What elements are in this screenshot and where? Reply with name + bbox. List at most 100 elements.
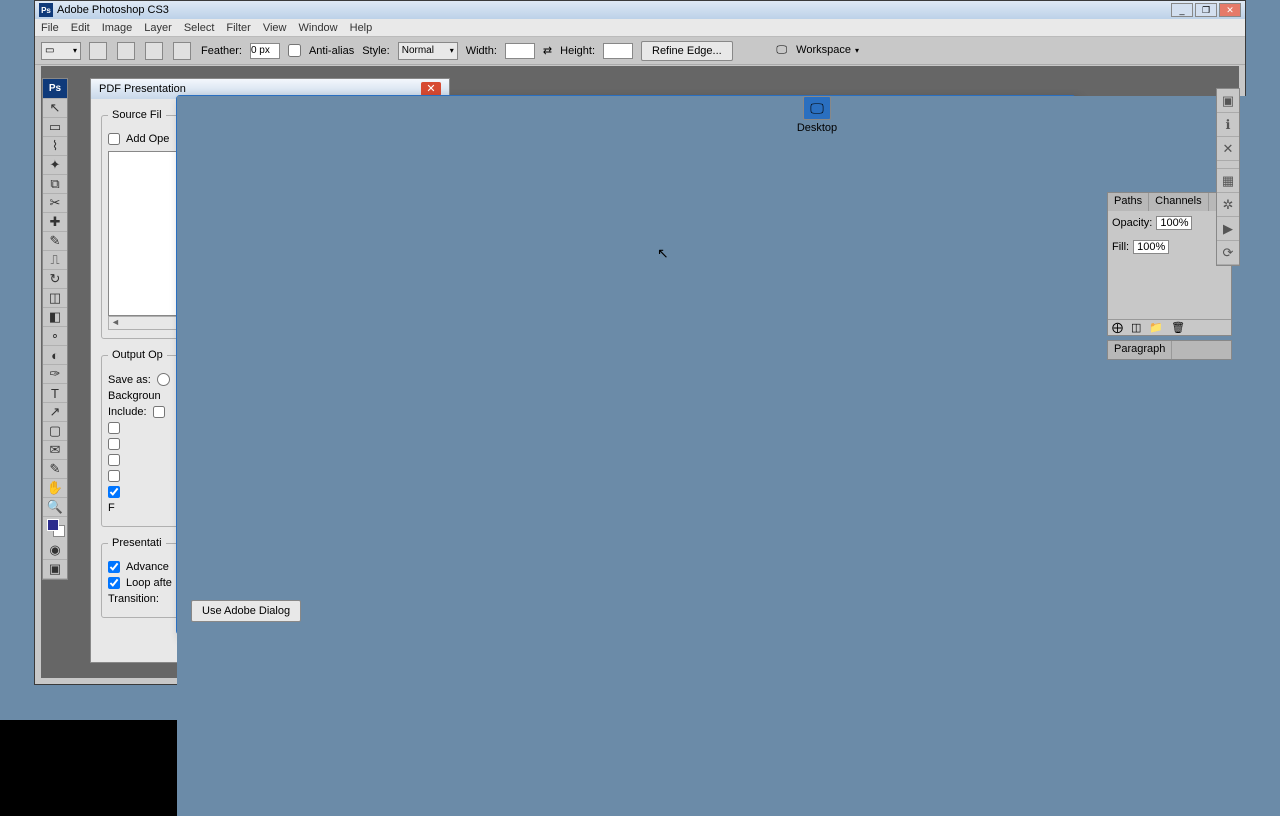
fill-label: Fill:	[1112, 241, 1129, 253]
shape-tool-icon[interactable]: ▢	[43, 422, 67, 441]
save-radio[interactable]	[157, 373, 170, 386]
workspace-button[interactable]: Workspace	[796, 44, 859, 56]
right-panels: Paths Channels Opacity: 100% Fill: 100% …	[1107, 192, 1232, 364]
menu-layer[interactable]: Layer	[144, 22, 172, 34]
present-legend: Presentati	[108, 537, 166, 549]
lasso-tool-icon[interactable]: ⌇	[43, 137, 67, 156]
blur-tool-icon[interactable]: ∘	[43, 327, 67, 346]
pdf-title: PDF Presentation	[99, 83, 186, 95]
close-button[interactable]: ✕	[1219, 3, 1241, 17]
history-dock-icon[interactable]: ⟳	[1217, 241, 1239, 265]
height-label: Height:	[560, 45, 595, 57]
navigator-dock-icon[interactable]: ▣	[1217, 89, 1239, 113]
gradient-tool-icon[interactable]: ◧	[43, 308, 67, 327]
notes-tool-icon[interactable]: ✉	[43, 441, 67, 460]
add-selection-icon[interactable]	[117, 42, 135, 60]
heal-tool-icon[interactable]: ✚	[43, 213, 67, 232]
sub-selection-icon[interactable]	[145, 42, 163, 60]
history-tool-icon[interactable]: ↻	[43, 270, 67, 289]
width-input[interactable]	[505, 43, 535, 59]
paragraph-tab[interactable]: Paragraph	[1108, 341, 1172, 359]
brush-tool-icon[interactable]: ✎	[43, 232, 67, 251]
menu-window[interactable]: Window	[299, 22, 338, 34]
paragraph-panel[interactable]: Paragraph	[1107, 340, 1232, 360]
add-open-label: Add Ope	[126, 133, 169, 145]
feather-label: Feather:	[201, 45, 242, 57]
app-title: Adobe Photoshop CS3	[57, 4, 169, 16]
open-dialog: Open ✕ Look in: solid ◄ ▲ ✚ ▦ 🕒Recent Pl…	[176, 95, 1076, 635]
type-tool-icon[interactable]: T	[43, 384, 67, 403]
style-label: Style:	[362, 45, 390, 57]
eraser-tool-icon[interactable]: ◫	[43, 289, 67, 308]
opacity-input[interactable]: 100%	[1156, 216, 1192, 230]
tools-palette: Ps ↖ ▭ ⌇ ✦ ⧉ ✂ ✚ ✎ ⎍ ↻ ◫ ◧ ∘ ◐ ✑ T ↗ ▢ ✉…	[42, 78, 68, 580]
add-open-checkbox[interactable]	[108, 133, 120, 145]
eyedropper-tool-icon[interactable]: ✎	[43, 460, 67, 479]
feather-input[interactable]	[250, 43, 280, 59]
include-label: Include:	[108, 406, 147, 418]
quickmask-icon[interactable]: ◉	[43, 541, 67, 560]
layer-fx-icon[interactable]: ⨁	[1112, 321, 1123, 334]
advance-checkbox[interactable]	[108, 561, 120, 573]
paths-tab[interactable]: Paths	[1108, 193, 1149, 211]
options-bar: ▭ Feather: Anti-alias Style: Normal Widt…	[35, 37, 1245, 65]
inc-cb3[interactable]	[108, 438, 120, 450]
workspace-area: 🖵 Workspace	[776, 44, 859, 57]
fill-input[interactable]: 100%	[1133, 240, 1169, 254]
right-dock: ▣ ℹ ✕ ▦ ✲ ▶ ⟳	[1216, 88, 1240, 266]
layers-panel[interactable]: Paths Channels Opacity: 100% Fill: 100% …	[1107, 192, 1232, 336]
loop-checkbox[interactable]	[108, 577, 120, 589]
advance-label: Advance	[126, 561, 169, 573]
desktop-icon: 🖵	[803, 96, 831, 120]
app-titlebar: Ps Adobe Photoshop CS3 _ ❐ ✕	[35, 1, 1245, 19]
hand-tool-icon[interactable]: ✋	[43, 479, 67, 498]
menu-file[interactable]: File	[41, 22, 59, 34]
menu-view[interactable]: View	[263, 22, 287, 34]
dodge-tool-icon[interactable]: ◐	[43, 346, 67, 365]
layer-folder-icon[interactable]: 📁	[1149, 321, 1163, 334]
link-icon[interactable]: ⇄	[543, 44, 552, 57]
menu-help[interactable]: Help	[350, 22, 373, 34]
layer-trash-icon[interactable]: 🗑	[1171, 321, 1185, 334]
menu-select[interactable]: Select	[184, 22, 215, 34]
styles-dock-icon[interactable]: ✲	[1217, 193, 1239, 217]
swatches-dock-icon[interactable]: ▦	[1217, 169, 1239, 193]
pen-tool-icon[interactable]: ✑	[43, 365, 67, 384]
antialias-checkbox[interactable]	[288, 44, 301, 57]
height-input[interactable]	[603, 43, 633, 59]
actions-dock-icon[interactable]: ▶	[1217, 217, 1239, 241]
info-dock-icon[interactable]: ℹ	[1217, 113, 1239, 137]
slice-tool-icon[interactable]: ✂	[43, 194, 67, 213]
wand-tool-icon[interactable]: ✦	[43, 156, 67, 175]
path-tool-icon[interactable]: ↗	[43, 403, 67, 422]
crop-tool-icon[interactable]: ⧉	[43, 175, 67, 194]
menu-filter[interactable]: Filter	[226, 22, 250, 34]
color-dock-icon[interactable]: ✕	[1217, 137, 1239, 161]
zoom-tool-icon[interactable]: 🔍	[43, 498, 67, 517]
inc-cb4[interactable]	[108, 454, 120, 466]
color-swatches[interactable]	[43, 517, 67, 541]
channels-tab[interactable]: Channels	[1149, 193, 1208, 211]
pdf-close-button[interactable]: ✕	[421, 82, 441, 96]
menu-image[interactable]: Image	[102, 22, 133, 34]
tool-preset-select[interactable]: ▭	[41, 42, 81, 60]
move-tool-icon[interactable]: ↖	[43, 99, 67, 118]
refine-edge-button[interactable]: Refine Edge...	[641, 41, 733, 61]
intersect-selection-icon[interactable]	[173, 42, 191, 60]
inc-cb5[interactable]	[108, 470, 120, 482]
marquee-tool-icon[interactable]: ▭	[43, 118, 67, 137]
new-selection-icon[interactable]	[89, 42, 107, 60]
layer-mask-icon[interactable]: ◫	[1131, 321, 1141, 334]
inc-cb6[interactable]	[108, 486, 120, 498]
screenmode-icon[interactable]: ▣	[43, 560, 67, 579]
stamp-tool-icon[interactable]: ⎍	[43, 251, 67, 270]
maximize-button[interactable]: ❐	[1195, 3, 1217, 17]
use-adobe-dialog-button[interactable]: Use Adobe Dialog	[191, 600, 301, 622]
inc-cb1[interactable]	[153, 406, 165, 418]
save-as-label: Save as:	[108, 374, 151, 386]
app-icon: Ps	[39, 3, 53, 17]
minimize-button[interactable]: _	[1171, 3, 1193, 17]
inc-cb2[interactable]	[108, 422, 120, 434]
menu-edit[interactable]: Edit	[71, 22, 90, 34]
style-select[interactable]: Normal	[398, 42, 458, 60]
